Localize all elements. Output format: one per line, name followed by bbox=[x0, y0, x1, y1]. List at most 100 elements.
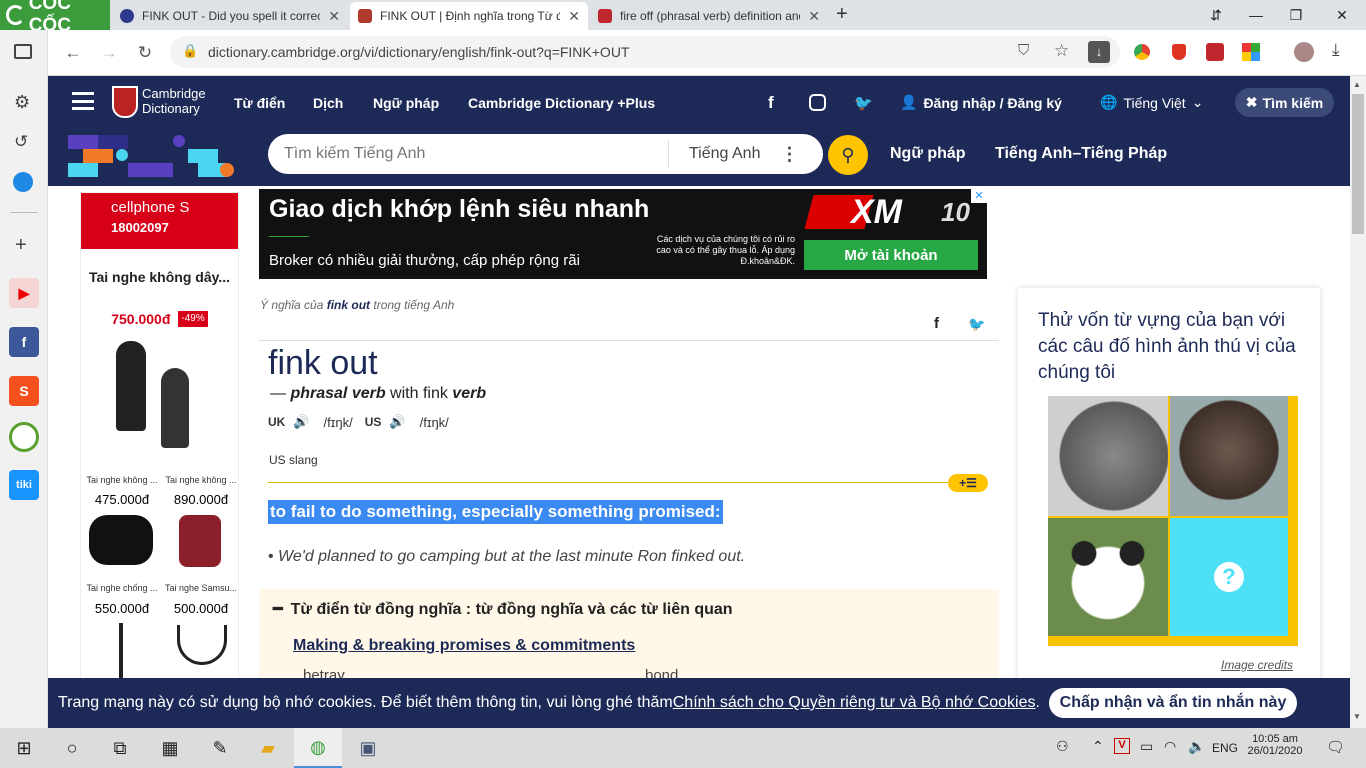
tab-menu-icon[interactable]: ⇵ bbox=[1196, 0, 1236, 30]
thesaurus-toggle[interactable]: ━ Từ điển từ đồng nghĩa : từ đồng nghĩa v… bbox=[273, 599, 733, 619]
grammar-link[interactable]: Ngữ pháp bbox=[890, 129, 966, 179]
thesaurus-topic-link[interactable]: Making & breaking promises & commitments bbox=[293, 637, 635, 655]
adblock-extension-icon[interactable] bbox=[1172, 44, 1186, 60]
logo-line2: Dictionary bbox=[142, 101, 200, 116]
people-icon[interactable]: ⚇ bbox=[1056, 738, 1069, 755]
coccoc-taskbar-icon[interactable]: ◍ bbox=[294, 728, 342, 768]
tray-chevron-up-icon[interactable]: ⌃ bbox=[1092, 738, 1104, 755]
youtube-icon[interactable]: ▶ bbox=[9, 278, 39, 308]
nav-translate[interactable]: Dịch bbox=[313, 76, 343, 129]
image-credits-link[interactable]: Image credits bbox=[1221, 658, 1293, 672]
nav-grammar[interactable]: Ngữ pháp bbox=[373, 76, 439, 129]
hippo-image[interactable] bbox=[1048, 396, 1168, 516]
english-french-link[interactable]: Tiếng Anh–Tiếng Pháp bbox=[995, 129, 1167, 179]
settings-gear-icon[interactable]: ⚙ bbox=[14, 92, 30, 113]
close-tab-icon[interactable]: ✕ bbox=[568, 8, 580, 25]
add-sidebar-item-icon[interactable]: + bbox=[15, 234, 27, 257]
search-toggle-button[interactable]: ✖ Tìm kiếm bbox=[1235, 88, 1334, 117]
tab-1[interactable]: FINK OUT - Did you spell it correctly? ✕ bbox=[112, 2, 348, 30]
downloads-icon[interactable]: ⤓ bbox=[1332, 40, 1340, 60]
paint-icon[interactable]: ✎ bbox=[196, 728, 244, 768]
mystery-image[interactable]: ? bbox=[1170, 518, 1288, 636]
share-facebook-icon[interactable]: f bbox=[934, 315, 939, 332]
input-language[interactable]: ENG bbox=[1212, 741, 1238, 755]
decor-block bbox=[98, 135, 128, 149]
scrollbar-thumb[interactable] bbox=[1352, 94, 1364, 234]
facebook-icon[interactable]: f bbox=[768, 76, 774, 129]
left-ad[interactable]: cellphone S 18002097 Tai nghe không dây.… bbox=[80, 192, 239, 728]
shield-icon[interactable]: ⛉ bbox=[1018, 42, 1029, 59]
minimize-icon[interactable]: — bbox=[1236, 0, 1276, 30]
forward-icon[interactable]: → bbox=[94, 38, 124, 68]
reload-icon[interactable]: ↻ bbox=[130, 38, 160, 68]
vertical-scrollbar[interactable]: ▲ ▼ bbox=[1350, 76, 1366, 728]
unikey-icon[interactable]: V bbox=[1114, 738, 1130, 754]
close-tab-icon[interactable]: ✕ bbox=[328, 8, 340, 25]
us-audio-icon[interactable]: 🔊 bbox=[389, 414, 405, 430]
search-input[interactable] bbox=[268, 145, 668, 163]
seal-image[interactable] bbox=[1170, 396, 1288, 516]
twitter-icon[interactable]: 🐦 bbox=[854, 76, 873, 129]
notification-icon[interactable]: 🗨 bbox=[1326, 738, 1345, 756]
site-logo[interactable]: Cambridge Dictionary bbox=[142, 86, 206, 116]
messenger-icon[interactable] bbox=[13, 172, 33, 192]
download-page-icon[interactable]: ↓ bbox=[1088, 41, 1110, 63]
windows-start-icon[interactable]: ⊞ bbox=[0, 728, 48, 768]
search-circle-icon[interactable]: ○ bbox=[48, 728, 96, 768]
panda-image[interactable] bbox=[1048, 518, 1168, 636]
tab-2[interactable]: FINK OUT | Định nghĩa trong Từ điển ✕ bbox=[350, 2, 588, 30]
coccoc-logo[interactable]: CỐC CỐC bbox=[0, 0, 110, 36]
login-label: Đăng nhập / Đăng ký bbox=[923, 94, 1062, 111]
accept-cookies-button[interactable]: Chấp nhận và ẩn tin nhắn này bbox=[1049, 688, 1297, 718]
instagram-icon[interactable] bbox=[809, 94, 826, 111]
new-tab-icon[interactable]: + bbox=[836, 3, 848, 26]
volume-icon[interactable]: 🔈 bbox=[1188, 738, 1205, 755]
tiki-icon[interactable]: tiki bbox=[9, 470, 39, 500]
chrome-extension-icon[interactable] bbox=[1134, 44, 1150, 60]
snipping-tool-icon[interactable]: ▣ bbox=[344, 728, 392, 768]
scroll-up-icon[interactable]: ▲ bbox=[1353, 80, 1361, 89]
color-extension-icon[interactable] bbox=[1242, 43, 1260, 61]
file-explorer-icon[interactable]: ▰ bbox=[244, 728, 292, 768]
battery-icon[interactable]: ▭ bbox=[1140, 738, 1153, 755]
profile-avatar[interactable] bbox=[1294, 42, 1314, 62]
tab-3[interactable]: fire off (phrasal verb) definition and s… bbox=[590, 2, 828, 30]
clock[interactable]: 10:05 am 26/01/2020 bbox=[1247, 733, 1303, 757]
uk-ipa: /fɪŋk/ bbox=[323, 414, 353, 430]
uk-audio-icon[interactable]: 🔊 bbox=[293, 414, 309, 430]
back-icon[interactable]: ← bbox=[58, 38, 88, 68]
top-ad[interactable]: Giao dịch khớp lệnh siêu nhanh Broker có… bbox=[259, 189, 987, 279]
close-window-icon[interactable]: ✕ bbox=[1322, 0, 1362, 30]
app-icon[interactable]: ▦ bbox=[146, 728, 194, 768]
language-selector[interactable]: 🌐 Tiếng Việt ⌄ bbox=[1100, 76, 1203, 129]
decor-block bbox=[83, 149, 113, 163]
red-extension-icon[interactable] bbox=[1206, 43, 1224, 61]
us-ipa: /fɪŋk/ bbox=[419, 414, 449, 430]
logo-line1: Cambridge bbox=[142, 86, 206, 101]
nav-plus[interactable]: Cambridge Dictionary +Plus bbox=[468, 76, 655, 129]
shopee-icon[interactable]: S bbox=[9, 376, 39, 406]
close-tab-icon[interactable]: ✕ bbox=[808, 8, 820, 25]
url-field[interactable]: 🔒 dictionary.cambridge.org/vi/dictionary… bbox=[170, 36, 1120, 68]
maximize-icon[interactable]: ❐ bbox=[1276, 0, 1316, 30]
scroll-down-icon[interactable]: ▼ bbox=[1353, 712, 1361, 721]
share-twitter-icon[interactable]: 🐦 bbox=[968, 316, 985, 333]
facebook-icon[interactable]: f bbox=[9, 327, 39, 357]
bookmark-star-icon[interactable]: ☆ bbox=[1054, 41, 1069, 61]
login-link[interactable]: 👤 Đăng nhập / Đăng ký bbox=[900, 76, 1062, 129]
search-language-selector[interactable]: Tiếng Anh ⋮ bbox=[668, 140, 818, 168]
history-icon[interactable]: ↺ bbox=[14, 132, 28, 152]
ad-cta-button[interactable]: Mở tài khoản bbox=[804, 240, 978, 270]
ad-close-icon[interactable]: ✕ bbox=[971, 189, 987, 203]
sidebar-toggle-icon[interactable] bbox=[14, 44, 32, 59]
search-submit-button[interactable]: ⚲ bbox=[828, 135, 868, 175]
coccoc-icon[interactable] bbox=[9, 422, 39, 452]
task-view-icon[interactable]: ⧉ bbox=[96, 728, 144, 768]
ad-title: Tai nghe không dây... bbox=[88, 269, 231, 285]
wifi-icon[interactable]: ◠ bbox=[1164, 738, 1176, 755]
nav-dictionary[interactable]: Từ điển bbox=[234, 76, 285, 129]
hamburger-menu-icon[interactable] bbox=[72, 92, 94, 110]
quiz-panel[interactable]: Thử vốn từ vựng của bạn với các câu đố h… bbox=[1018, 288, 1320, 728]
add-to-list-button[interactable]: +☰ bbox=[948, 474, 988, 492]
cookie-policy-link[interactable]: Chính sách cho Quyền riêng tư và Bộ nhớ … bbox=[673, 694, 1036, 712]
